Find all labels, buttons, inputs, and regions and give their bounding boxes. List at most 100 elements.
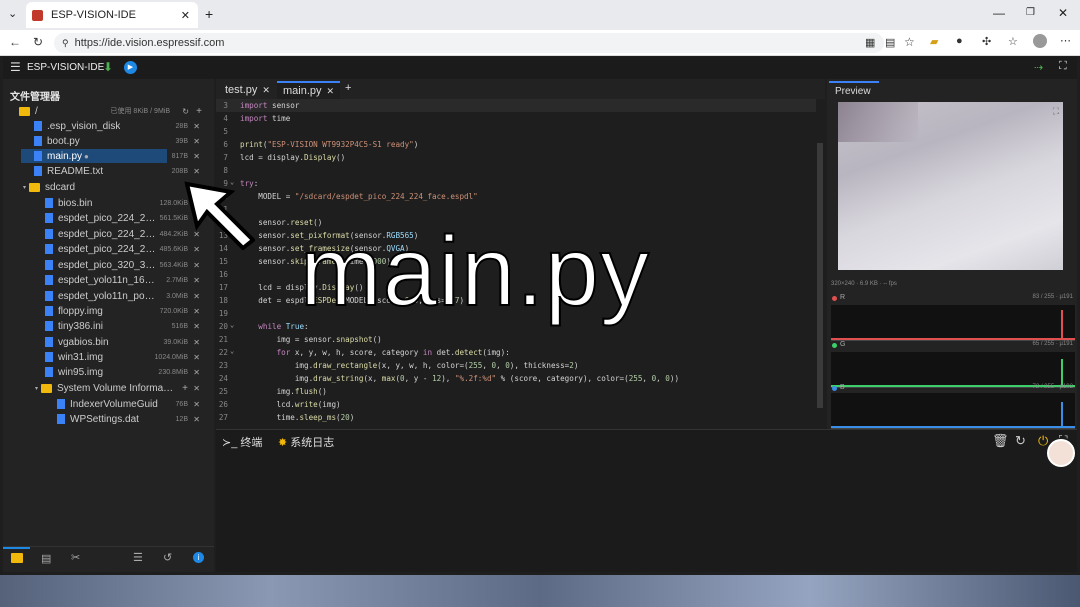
file-size: 39.0KiB <box>163 338 188 346</box>
more-icon[interactable]: ⋯ <box>1060 34 1071 47</box>
close-icon[interactable]: ✕ <box>327 86 335 97</box>
file-row[interactable]: espdet_pico_224_22... 484.2KiB ✕ <box>3 227 208 241</box>
url-text: https://ide.vision.espressif.com <box>74 37 225 49</box>
tab-system-log[interactable]: ✸ 系统日志 <box>278 434 334 450</box>
delete-icon[interactable]: ✕ <box>193 261 200 270</box>
delete-icon[interactable]: ✕ <box>193 137 200 146</box>
file-name: floppy.img <box>58 305 103 317</box>
reader-icon[interactable]: ▤ <box>885 36 895 49</box>
tab-close-icon[interactable]: ✕ <box>181 9 190 22</box>
browser-tab[interactable]: ESP-VISION-IDE ✕ <box>26 2 198 28</box>
app-title: ESP-VISION-IDE <box>27 62 105 73</box>
delete-icon[interactable]: ✕ <box>193 167 200 176</box>
file-row[interactable]: .esp_vision_disk 28B ✕ <box>3 119 208 133</box>
power-icon[interactable]: ⏻ <box>1038 433 1048 449</box>
delete-icon[interactable]: ✕ <box>193 368 200 377</box>
download-icon[interactable]: ⬇ <box>103 60 113 74</box>
file-row[interactable]: espdet_pico_224_22... 561.5KiB ✕ <box>3 211 208 225</box>
histogram-line <box>831 426 1075 428</box>
extensions-icon[interactable]: ▦ <box>865 36 875 49</box>
delete-icon[interactable]: ✕ <box>193 122 200 131</box>
tools-icon[interactable]: ✂ <box>71 551 80 564</box>
code-line: 3 import sensor <box>216 99 816 112</box>
favorite-icon[interactable]: ☆ <box>904 35 915 49</box>
run-icon[interactable]: ▶ <box>124 61 137 74</box>
histogram-peak <box>1061 310 1063 340</box>
delete-icon[interactable]: ✕ <box>193 338 200 347</box>
fold-icon[interactable]: ⌄ <box>230 347 234 355</box>
minimize-icon[interactable]: — <box>993 6 1005 20</box>
file-size: 563.4KiB <box>159 261 188 269</box>
url-input[interactable]: ⚲ https://ide.vision.espressif.com <box>54 33 884 53</box>
folder-icon[interactable] <box>11 553 23 563</box>
tab-main-py[interactable]: main.py ✕ <box>277 81 341 99</box>
delete-icon[interactable]: ✕ <box>193 415 200 424</box>
sdcard-folder-row[interactable]: ▾ sdcard <box>3 180 208 194</box>
sysvol-folder-row[interactable]: ▾ System Volume Informati... + ✕ <box>3 381 208 395</box>
editor-scrollbar[interactable] <box>817 143 823 408</box>
file-icon <box>45 352 53 362</box>
file-row[interactable]: boot.py 39B ✕ <box>3 134 208 148</box>
fold-icon[interactable]: ⌄ <box>230 321 234 329</box>
assistant-avatar[interactable] <box>1047 439 1075 467</box>
history-icon[interactable]: ↺ <box>163 551 172 564</box>
file-row[interactable]: README.txt 208B ✕ <box>3 164 208 178</box>
delete-icon[interactable]: ✕ <box>193 292 200 301</box>
profile-avatar[interactable] <box>1033 34 1047 48</box>
file-row[interactable]: bios.bin 128.0KiB ✕ <box>3 196 208 210</box>
maximize-icon[interactable]: ❐ <box>1026 7 1035 18</box>
address-bar-row: ← ↻ ⚲ https://ide.vision.espressif.com ▦… <box>0 30 1080 56</box>
tab-terminal[interactable]: ≻_ 终端 <box>222 434 262 450</box>
tab-test-py[interactable]: test.py ✕ <box>219 81 276 99</box>
back-icon[interactable]: ← <box>9 35 21 49</box>
file-icon <box>34 121 42 131</box>
file-size: 28B <box>175 122 188 130</box>
delete-icon[interactable]: ✕ <box>193 152 200 161</box>
wallet-icon[interactable]: ▰ <box>930 35 938 48</box>
account-icon[interactable]: ● <box>956 35 963 47</box>
preview-tab[interactable]: Preview <box>829 81 879 99</box>
file-row[interactable]: floppy.img 720.0KiB ✕ <box>3 304 208 318</box>
collections-icon[interactable]: ☆ <box>1008 35 1018 48</box>
refresh-icon[interactable]: ↻ <box>1015 433 1026 449</box>
delete-icon[interactable]: ✕ <box>193 307 200 316</box>
close-window-icon[interactable]: ✕ <box>1058 6 1068 20</box>
root-folder-row[interactable]: / 已使用 8KiB / 9MiB ↻ + <box>3 104 208 118</box>
browser-tab-title: ESP-VISION-IDE <box>51 9 136 21</box>
expand-icon[interactable]: ⛶ <box>1053 106 1059 117</box>
trash-icon[interactable]: 🗑 <box>992 433 1009 449</box>
add-icon[interactable]: + <box>196 106 202 117</box>
fullscreen-icon[interactable]: ⛶ <box>1059 60 1067 73</box>
file-row[interactable]: win31.img 1024.0MiB ✕ <box>3 350 208 364</box>
menu-icon[interactable]: ☰ <box>10 60 21 74</box>
info-icon[interactable]: i <box>193 552 204 563</box>
delete-icon[interactable]: ✕ <box>193 353 200 362</box>
disk-usage: 已使用 8KiB / 9MiB <box>110 108 170 115</box>
file-row[interactable]: tiny386.ini 516B ✕ <box>3 319 208 333</box>
close-icon[interactable]: ✕ <box>262 85 270 96</box>
tab-list-icon[interactable]: ⌄ <box>8 7 17 20</box>
file-row[interactable]: espdet_pico_320_32... 563.4KiB ✕ <box>3 258 208 272</box>
file-row[interactable]: espdet_yolo11n_pose... 3.0MiB ✕ <box>3 289 208 303</box>
file-row[interactable]: espdet_yolo11n_160_... 2.7MiB ✕ <box>3 273 208 287</box>
delete-icon[interactable]: ✕ <box>193 322 200 331</box>
delete-icon[interactable]: ✕ <box>193 384 200 393</box>
channel-label: G <box>840 341 846 348</box>
file-row[interactable]: WPSettings.dat 12B ✕ <box>3 412 208 426</box>
settings-sliders-icon[interactable]: ☰ <box>133 551 143 564</box>
file-row[interactable]: IndexerVolumeGuid 76B ✕ <box>3 397 208 411</box>
file-row[interactable]: espdet_pico_224_22... 485.6KiB ✕ <box>3 242 208 256</box>
puzzle-icon[interactable]: ✣ <box>982 35 991 48</box>
delete-icon[interactable]: ✕ <box>193 400 200 409</box>
file-row[interactable]: vgabios.bin 39.0KiB ✕ <box>3 335 208 349</box>
new-tab-icon[interactable]: + <box>205 6 213 22</box>
reload-icon[interactable]: ↻ <box>33 35 43 49</box>
file-row[interactable]: win95.img 230.8MiB ✕ <box>3 365 208 379</box>
preview-panel: Preview ⛶ 320×240 · 6.9 KB · -- fps R 83… <box>827 79 1077 429</box>
refresh-icon[interactable]: ↻ <box>182 107 189 116</box>
sd-card-icon[interactable]: ▤ <box>41 552 51 565</box>
new-tab-icon[interactable]: + <box>345 82 351 94</box>
add-icon[interactable]: + <box>182 383 188 394</box>
delete-icon[interactable]: ✕ <box>193 276 200 285</box>
file-row-selected[interactable]: main.py ● 817B ✕ <box>3 149 208 163</box>
